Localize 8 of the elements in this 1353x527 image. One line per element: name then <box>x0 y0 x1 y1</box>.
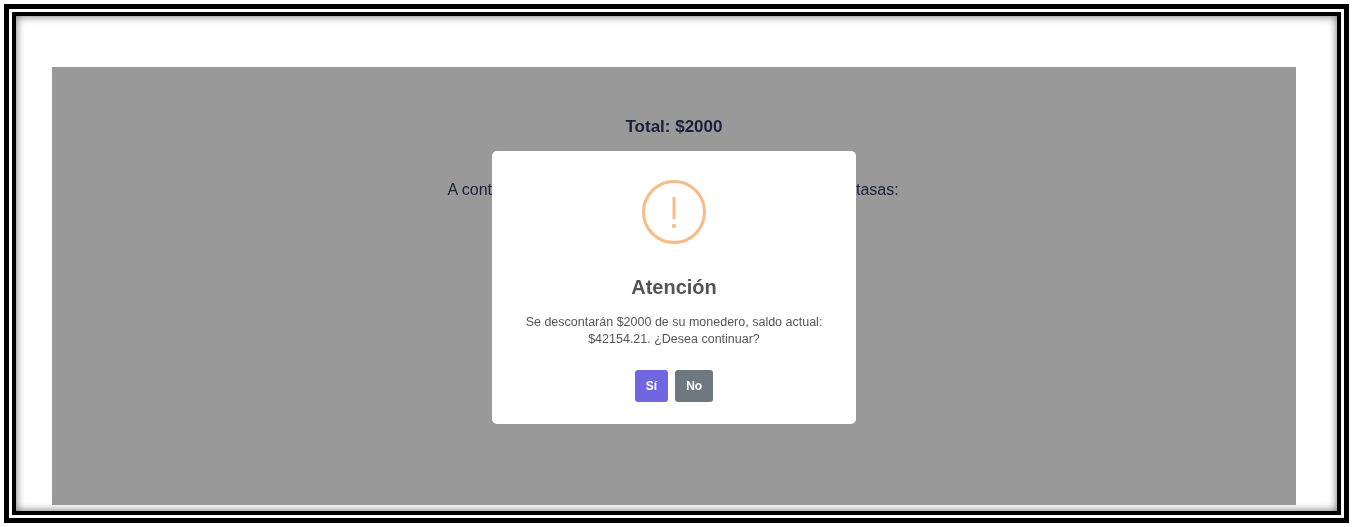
cancel-button[interactable]: No <box>675 370 714 402</box>
total-heading: Total: $2000 <box>625 116 723 138</box>
confirm-button[interactable]: Sí <box>634 370 669 402</box>
body-text: A cont <box>447 179 492 200</box>
dialog-message: Se descontarán $2000 de su monedero, saldo actual: $42154.21. ¿Desea continuar? <box>524 314 824 348</box>
warning-icon <box>642 180 706 244</box>
dialog-title: Atención <box>631 275 717 300</box>
body-text: tasas: <box>856 179 899 200</box>
